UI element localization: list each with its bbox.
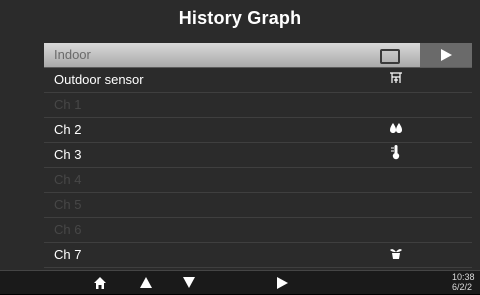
page-title: History Graph	[178, 8, 302, 28]
play-button[interactable]	[420, 43, 472, 67]
bottom-nav-bar: 10:38 6/2/2	[0, 270, 480, 294]
list-item-label: Ch 4	[54, 172, 82, 187]
clock-date: 6/2/2	[452, 282, 473, 292]
home-icon[interactable]	[93, 276, 107, 290]
down-arrow-icon[interactable]	[183, 277, 195, 288]
rectangle-icon	[380, 49, 400, 64]
list-item-indoor[interactable]: Indoor	[44, 43, 472, 68]
list-item-ch3[interactable]: Ch 3	[44, 143, 472, 168]
list-item-ch4: Ch 4	[44, 168, 472, 193]
list-item-label: Ch 3	[54, 147, 82, 162]
list-item-label: Ch 5	[54, 197, 82, 212]
list-item-ch6: Ch 6	[44, 218, 472, 243]
plant-pot-icon	[384, 243, 408, 267]
list-item-outdoor-sensor[interactable]: Outdoor sensor	[44, 68, 472, 93]
list-item-label: Ch 6	[54, 222, 82, 237]
list-item-ch7[interactable]: Ch 7	[44, 243, 472, 268]
list-item-label: Ch 7	[54, 247, 82, 262]
history-graph-screen: History Graph Indoor Outdoor sensor Ch 1…	[0, 0, 480, 294]
weather-station-icon	[384, 68, 408, 92]
list-item-label: Ch 1	[54, 97, 82, 112]
up-arrow-icon[interactable]	[140, 277, 152, 288]
list-item-label: Indoor	[54, 47, 91, 62]
thermometer-icon	[384, 143, 408, 167]
list-item-label: Outdoor sensor	[54, 72, 144, 87]
list-item-ch5: Ch 5	[44, 193, 472, 218]
play-icon[interactable]	[277, 277, 288, 289]
list-item-label: Ch 2	[54, 122, 82, 137]
clock-time: 10:38	[452, 272, 475, 282]
water-drops-icon	[384, 118, 408, 142]
play-icon	[441, 49, 452, 61]
list-item-ch2[interactable]: Ch 2	[44, 118, 472, 143]
list-item-ch1: Ch 1	[44, 93, 472, 118]
clock: 10:38 6/2/2	[452, 272, 480, 292]
sensor-list: Indoor Outdoor sensor Ch 1 Ch 2 Ch 3 Ch …	[44, 43, 472, 268]
